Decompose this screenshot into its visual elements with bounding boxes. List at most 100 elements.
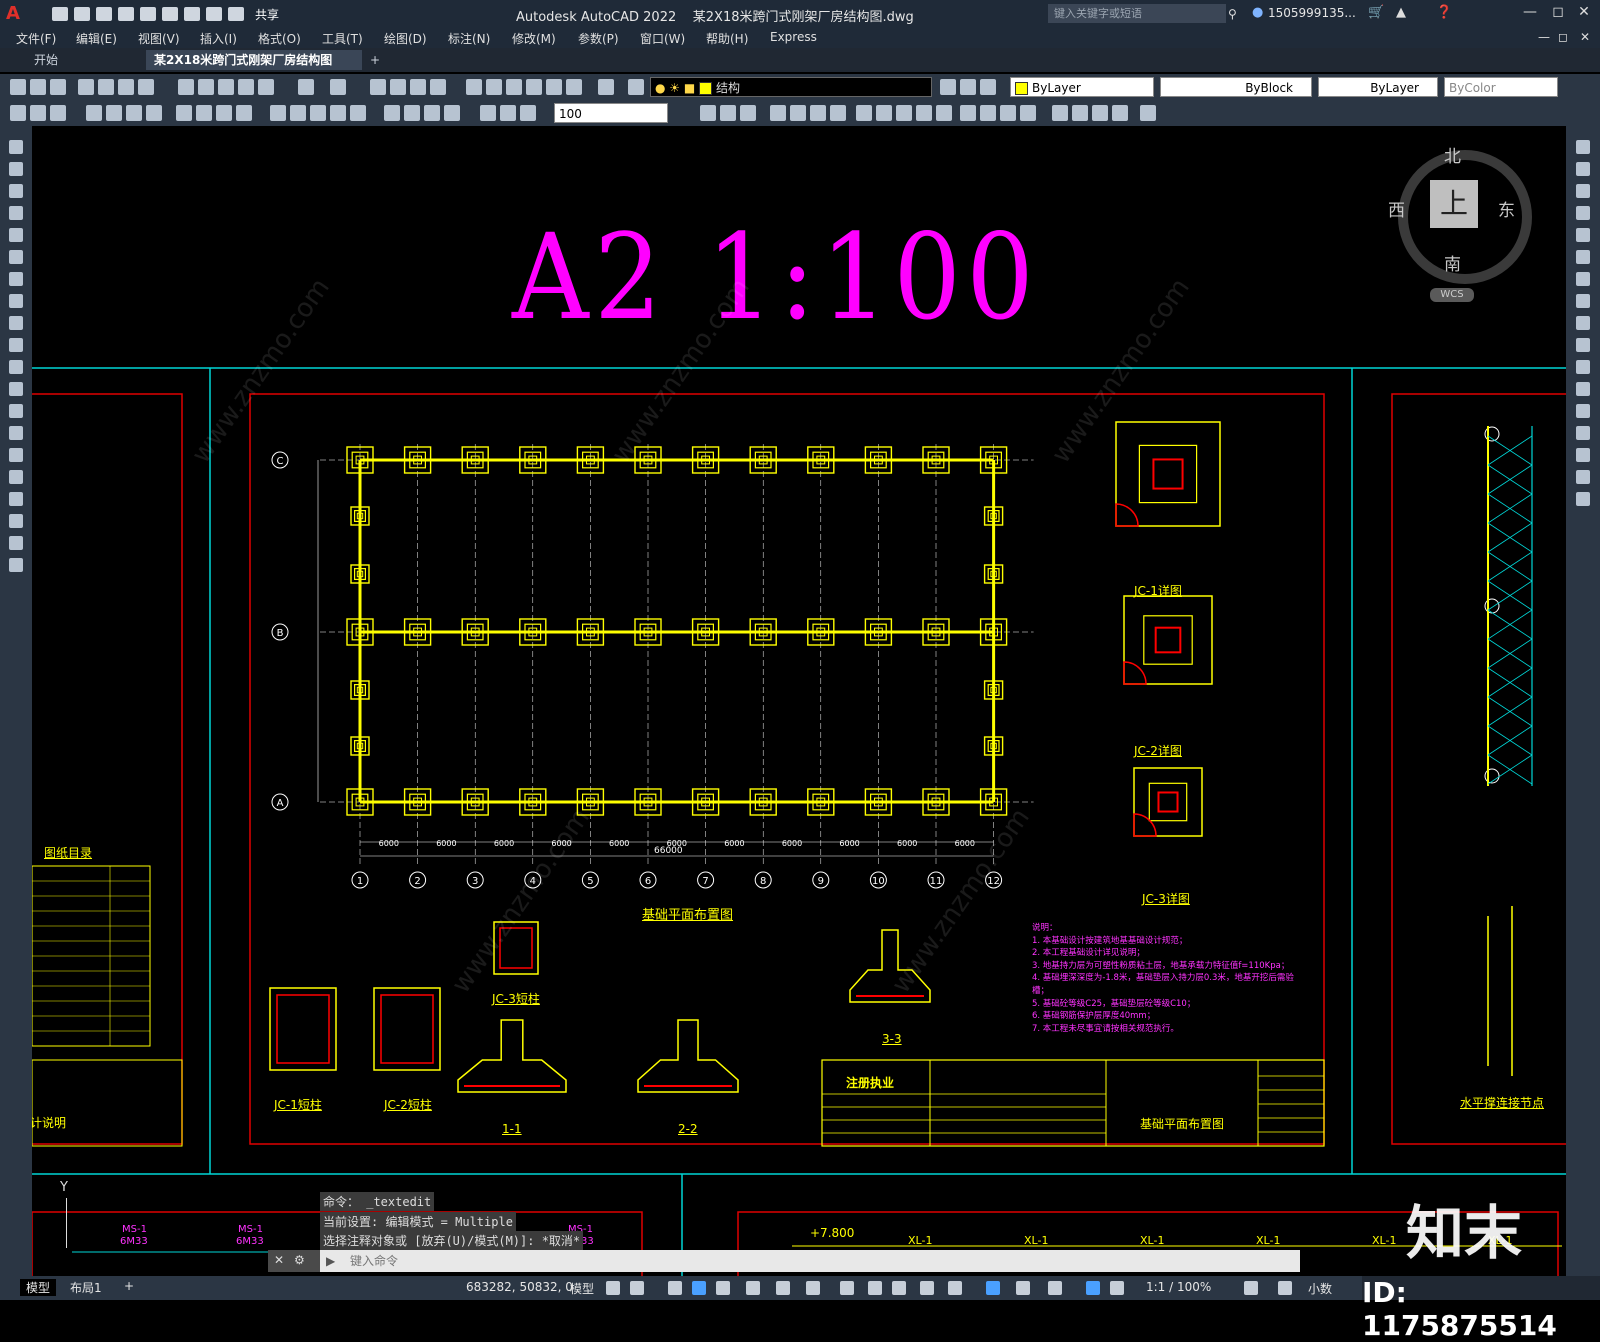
erase-icon[interactable] — [1576, 140, 1590, 154]
stretch-icon[interactable] — [1576, 316, 1590, 330]
ucs-icon-5[interactable] — [936, 105, 952, 121]
object-snap-tracking-icon[interactable] — [776, 1281, 790, 1295]
jogged-linear-icon[interactable] — [444, 105, 460, 121]
array-icon[interactable] — [1576, 228, 1590, 242]
drawing-canvas[interactable]: 1 6000 2 6000 3 6000 4 6000 5 6000 6 6000 7 6000 8 6000… — [32, 126, 1566, 1276]
command-settings-icon[interactable]: ⚙ — [294, 1253, 305, 1267]
fillet-icon[interactable] — [1576, 448, 1590, 462]
arc-icon[interactable] — [9, 250, 23, 264]
close-button[interactable]: ✕ — [1574, 4, 1594, 22]
command-input[interactable]: 键入命令 — [320, 1250, 1300, 1272]
view-icon-1[interactable] — [700, 105, 716, 121]
quick-dim-icon[interactable] — [270, 105, 286, 121]
polar-icon[interactable] — [716, 1281, 730, 1295]
save-icon[interactable] — [96, 7, 112, 21]
layout1-tab[interactable]: 布局1 — [64, 1279, 108, 1296]
copy-icon[interactable] — [198, 79, 214, 95]
rotate-icon[interactable] — [1576, 272, 1590, 286]
tab-active-drawing[interactable]: 某2X18米跨门式刚架厂房结构图*✕ — [146, 50, 362, 87]
menu-parametric[interactable]: 参数(P) — [578, 30, 619, 47]
dim-update-icon[interactable] — [520, 105, 536, 121]
menu-format[interactable]: 格式(O) — [258, 30, 301, 47]
mtext-icon[interactable] — [9, 536, 23, 550]
angular-dim-icon[interactable] — [236, 105, 252, 121]
annotation-scale-auto-icon[interactable] — [1086, 1281, 1100, 1295]
sheet-set-icon[interactable] — [526, 79, 542, 95]
markup-icon[interactable] — [546, 79, 562, 95]
save-to-web-icon[interactable] — [162, 7, 178, 21]
viewport-icon-1[interactable] — [770, 105, 786, 121]
print-icon[interactable] — [78, 79, 94, 95]
break-icon[interactable] — [1576, 382, 1590, 396]
properties-icon[interactable] — [466, 79, 482, 95]
match-properties-icon[interactable] — [238, 79, 254, 95]
insert-block-icon[interactable] — [9, 382, 23, 396]
ordinate-dim-icon[interactable] — [146, 105, 162, 121]
add-selected-icon[interactable] — [9, 558, 23, 572]
help-icon[interactable]: ❓ — [1436, 5, 1452, 20]
annotation-icon[interactable] — [50, 105, 66, 121]
hatch-icon[interactable] — [9, 448, 23, 462]
viewcube-west[interactable]: 西 — [1388, 196, 1405, 221]
layer-states-icon[interactable] — [980, 79, 996, 95]
dim-scale-dropdown[interactable]: 100 — [554, 103, 668, 123]
minimize-button[interactable]: — — [1520, 4, 1540, 22]
viewport-icon-4[interactable] — [830, 105, 846, 121]
open-icon[interactable] — [30, 79, 46, 95]
3d-dwf-icon[interactable] — [138, 79, 154, 95]
layer-previous-icon[interactable] — [960, 79, 976, 95]
color-dropdown[interactable]: ByLayer — [1010, 77, 1154, 97]
annotation-visibility-icon[interactable] — [1048, 1281, 1062, 1295]
view-icon-2[interactable] — [720, 105, 736, 121]
scale-icon[interactable] — [1576, 294, 1590, 308]
new-icon[interactable] — [10, 79, 26, 95]
command-close-icon[interactable]: ✕ — [274, 1253, 284, 1267]
menu-view[interactable]: 视图(V) — [138, 30, 180, 47]
calculator-icon[interactable] — [566, 79, 582, 95]
table-icon[interactable] — [9, 514, 23, 528]
jogged-dim-icon[interactable] — [196, 105, 212, 121]
open-from-web-icon[interactable] — [140, 7, 156, 21]
publish-icon[interactable] — [118, 79, 134, 95]
model-layout-tab[interactable]: 模型 — [20, 1279, 57, 1296]
join-icon[interactable] — [1576, 404, 1590, 418]
new-file-icon[interactable] — [52, 7, 68, 21]
tab-start[interactable]: 开始 — [26, 50, 66, 70]
polyline-icon[interactable] — [9, 184, 23, 198]
move-icon[interactable] — [1576, 250, 1590, 264]
gradient-icon[interactable] — [9, 470, 23, 484]
search-icon[interactable]: ⚲ — [1228, 7, 1237, 21]
undo-icon[interactable] — [298, 79, 314, 95]
help-search-input[interactable]: 键入关键字或短语 — [1048, 4, 1226, 23]
linetype-dropdown[interactable]: ByBlock — [1160, 77, 1312, 97]
block-editor-icon[interactable] — [258, 79, 274, 95]
continue-dim-icon[interactable] — [310, 105, 326, 121]
make-block-icon[interactable] — [9, 404, 23, 418]
dim-edit-icon[interactable] — [480, 105, 496, 121]
ortho-icon[interactable] — [692, 1281, 706, 1295]
help-icon[interactable] — [598, 79, 614, 95]
snap-icon[interactable] — [630, 1281, 644, 1295]
infer-constraints-icon[interactable] — [668, 1281, 682, 1295]
cart-icon[interactable]: 🛒 — [1368, 5, 1384, 20]
ellipse-arc-icon[interactable] — [9, 360, 23, 374]
region-icon[interactable] — [9, 492, 23, 506]
mirror-icon[interactable] — [1576, 184, 1590, 198]
visual-style-icon-4[interactable] — [1020, 105, 1036, 121]
view-icon-3[interactable] — [740, 105, 756, 121]
paste-icon[interactable] — [218, 79, 234, 95]
blend-icon[interactable] — [1576, 470, 1590, 484]
plot-icon[interactable] — [184, 7, 200, 21]
add-layout-button[interactable]: + — [118, 1279, 140, 1293]
transparency-icon[interactable] — [868, 1281, 882, 1295]
visual-style-icon-1[interactable] — [960, 105, 976, 121]
save-as-icon[interactable] — [118, 7, 134, 21]
menu-window[interactable]: 窗口(W) — [640, 30, 685, 47]
inspection-icon[interactable] — [424, 105, 440, 121]
ucs-icon-4[interactable] — [916, 105, 932, 121]
menu-file[interactable]: 文件(F) — [16, 30, 56, 47]
polygon-icon[interactable] — [9, 206, 23, 220]
chamfer-icon[interactable] — [1576, 426, 1590, 440]
print-preview-icon[interactable] — [98, 79, 114, 95]
save-icon[interactable] — [50, 79, 66, 95]
